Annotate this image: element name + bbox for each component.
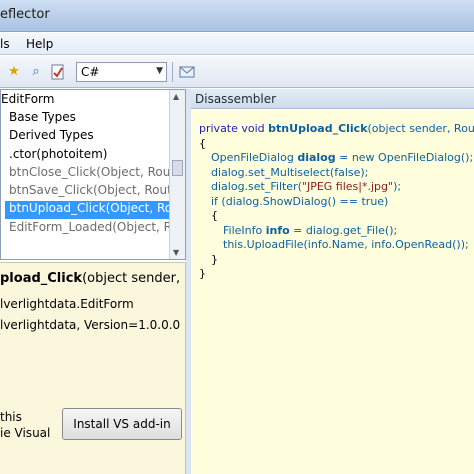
member-declaring-type: lverlightdata.EditForm [0, 297, 134, 311]
code-line-6: if (dialog.ShowDialog() == true) [211, 195, 389, 208]
tree-scrollbar[interactable]: ▲ ▼ [169, 90, 185, 259]
disassembler-title: Disassembler [195, 92, 277, 106]
code-variable: dialog [297, 151, 336, 164]
menu-bar: ls Help [0, 33, 474, 55]
code-line-9: this.UploadFile(info.Name, info.OpenRead… [223, 238, 469, 251]
title-bar: eflector [0, 0, 474, 32]
tree-item-ctor[interactable]: .ctor(photoitem) [9, 147, 107, 165]
tree-item-editform-loaded[interactable]: EditForm_Loaded(Object, Rou [9, 220, 185, 238]
code-view[interactable]: private void btnUpload_Click(object send… [191, 110, 474, 474]
mail-icon[interactable] [179, 64, 195, 80]
scroll-up-icon[interactable]: ▲ [173, 92, 179, 101]
assembly-tree[interactable]: EditForm Base Types Derived Types .ctor(… [0, 89, 186, 260]
tree-item-derived-types[interactable]: Derived Types [9, 128, 94, 146]
toolbar: ★ ⌕ C# ▼ [0, 56, 474, 88]
code-params: (object sender, Routed [367, 122, 474, 135]
code-type[interactable]: OpenFileDialog [211, 151, 297, 164]
install-vs-addin-button[interactable]: Install VS add-in [62, 408, 182, 440]
member-signature: pload_Click(object sender, R [0, 271, 186, 286]
code-call-end: ); [393, 180, 402, 193]
language-select[interactable]: C# ▼ [76, 62, 167, 82]
scroll-thumb[interactable] [172, 160, 183, 176]
code-line-8: FileInfo info = dialog.get_File(); [223, 224, 397, 237]
code-line-10: } [211, 253, 218, 266]
tree-item-btnclose[interactable]: btnClose_Click(Object, Routed [9, 165, 185, 183]
code-method-name[interactable]: btnUpload_Click [268, 122, 367, 135]
code-call: dialog.set_Filter( [211, 180, 302, 193]
addin-notice-line1: this [0, 410, 22, 424]
chevron-down-icon: ▼ [156, 66, 163, 76]
code-variable: info [265, 224, 290, 237]
tree-item-editform[interactable]: EditForm [1, 92, 54, 110]
language-value: C# [81, 65, 100, 79]
tree-item-btnsave[interactable]: btnSave_Click(Object, RoutedE [9, 183, 185, 201]
member-signature-params: (object sender, R [82, 271, 186, 286]
code-line-11: } [199, 267, 206, 280]
menu-help[interactable]: Help [26, 37, 53, 51]
member-signature-name: pload_Click [0, 271, 83, 286]
star-icon[interactable]: ★ [6, 64, 22, 80]
code-line-2: { [199, 137, 206, 150]
search-icon[interactable]: ⌕ [28, 64, 44, 80]
window-title: eflector [0, 7, 50, 22]
tree-item-base-types[interactable]: Base Types [9, 110, 76, 128]
code-line-3: OpenFileDialog dialog = new OpenFileDial… [211, 151, 473, 164]
menu-tools[interactable]: ls [0, 37, 10, 51]
tree-item-btnupload[interactable]: btnUpload_Click(Object, Rout [5, 201, 184, 219]
code-string: "JPEG files|*.jpg" [301, 180, 394, 193]
code-type[interactable]: FileInfo [223, 224, 266, 237]
code-line-5: dialog.set_Filter("JPEG files|*.jpg"); [211, 180, 401, 193]
addin-notice-line2: ie Visual [0, 426, 51, 440]
member-info-panel: pload_Click(object sender, R lverlightda… [0, 262, 186, 474]
document-check-icon[interactable] [50, 64, 66, 80]
code-line-4: dialog.set_Multiselect(false); [211, 166, 369, 179]
member-assembly: lverlightdata, Version=1.0.0.0 [0, 318, 181, 332]
code-expression: = new OpenFileDialog(); [335, 151, 474, 164]
disassembler-header: Disassembler [191, 89, 474, 109]
scroll-down-icon[interactable]: ▼ [173, 248, 179, 257]
code-line-7: { [211, 209, 218, 222]
code-expression: = dialog.get_File(); [289, 224, 398, 237]
code-line-1: private void btnUpload_Click(object send… [199, 122, 474, 135]
toolbar-separator [172, 62, 173, 82]
code-keyword: private void [199, 122, 269, 135]
